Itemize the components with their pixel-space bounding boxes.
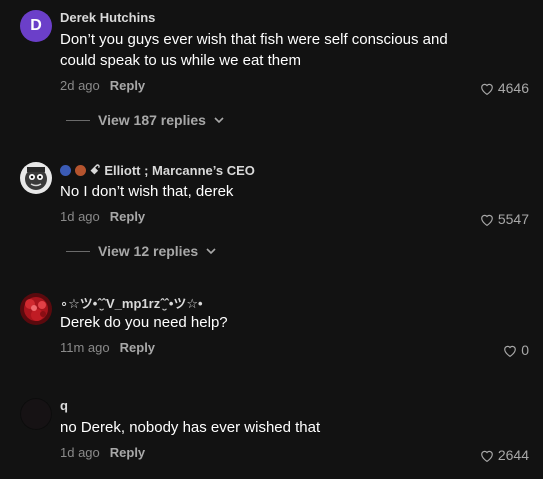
username-text: Derek Hutchins xyxy=(60,10,156,25)
timestamp: 1d ago xyxy=(60,209,100,224)
comment-meta: 1d ago Reply xyxy=(60,209,145,224)
divider xyxy=(66,119,90,121)
username-text: Elliott ; Marcanne’s CEO xyxy=(104,162,255,178)
like-button[interactable]: 0 xyxy=(503,342,529,358)
username-text: q xyxy=(60,398,68,413)
heart-icon xyxy=(481,450,493,462)
badge-blue-icon xyxy=(60,164,71,176)
divider xyxy=(66,250,90,252)
avatar-letter: D xyxy=(30,17,42,34)
heart-icon xyxy=(481,83,493,95)
username[interactable]: ∘☆ツ•ˆ̮ˆV_mp1rzˆ̮ˆ•ツ☆• xyxy=(60,293,203,312)
like-count: 2644 xyxy=(497,447,529,463)
view-replies-label: View 187 replies xyxy=(98,112,206,128)
like-button[interactable]: 5547 xyxy=(480,211,529,227)
view-replies-label: View 12 replies xyxy=(98,243,199,259)
username-text: ∘☆ツ•ˆ̮ˆV_mp1rzˆ̮ˆ•ツ☆• xyxy=(60,296,203,311)
cartoon-face-avatar-icon xyxy=(20,162,52,194)
comment-meta: 1d ago Reply xyxy=(60,445,145,460)
badge-orange-icon xyxy=(75,164,86,176)
heart-icon xyxy=(481,214,493,226)
dark-avatar-icon xyxy=(20,398,52,430)
heart-icon xyxy=(504,345,517,357)
chevron-down-icon xyxy=(206,247,216,254)
comment-text: no Derek, nobody has ever wished that xyxy=(60,419,321,436)
like-button[interactable]: 4646 xyxy=(480,80,529,96)
comment-text: Don’t you guys ever wish that fish were … xyxy=(60,31,448,69)
like-button[interactable]: 2644 xyxy=(480,447,529,463)
comment-text: No I don’t wish that, derek xyxy=(60,183,234,200)
comment-meta: 2d ago Reply xyxy=(60,78,145,93)
like-count: 5547 xyxy=(497,211,529,227)
username[interactable]: ꗃ Elliott ; Marcanne’s CEO xyxy=(60,162,255,178)
avatar[interactable] xyxy=(20,398,52,430)
view-replies-button[interactable]: View 12 replies xyxy=(66,243,216,259)
username[interactable]: q xyxy=(60,398,68,413)
timestamp: 1d ago xyxy=(60,445,100,460)
reply-button[interactable]: Reply xyxy=(110,209,145,224)
avatar[interactable] xyxy=(20,162,52,194)
chevron-down-icon xyxy=(214,116,224,123)
like-count: 0 xyxy=(521,342,529,358)
reply-button[interactable]: Reply xyxy=(120,340,155,355)
comment-meta: 11m ago Reply xyxy=(60,340,155,355)
view-replies-button[interactable]: View 187 replies xyxy=(66,112,224,128)
avatar[interactable] xyxy=(20,293,52,325)
red-pattern-avatar-icon xyxy=(20,293,52,325)
avatar[interactable]: D xyxy=(20,10,52,42)
timestamp: 2d ago xyxy=(60,78,100,93)
reply-button[interactable]: Reply xyxy=(110,78,145,93)
comment-text: Derek do you need help? xyxy=(60,314,228,331)
username-prefix: ꗃ xyxy=(90,162,101,177)
like-count: 4646 xyxy=(497,80,529,96)
timestamp: 11m ago xyxy=(60,340,110,355)
reply-button[interactable]: Reply xyxy=(110,445,145,460)
username[interactable]: Derek Hutchins xyxy=(60,10,155,25)
